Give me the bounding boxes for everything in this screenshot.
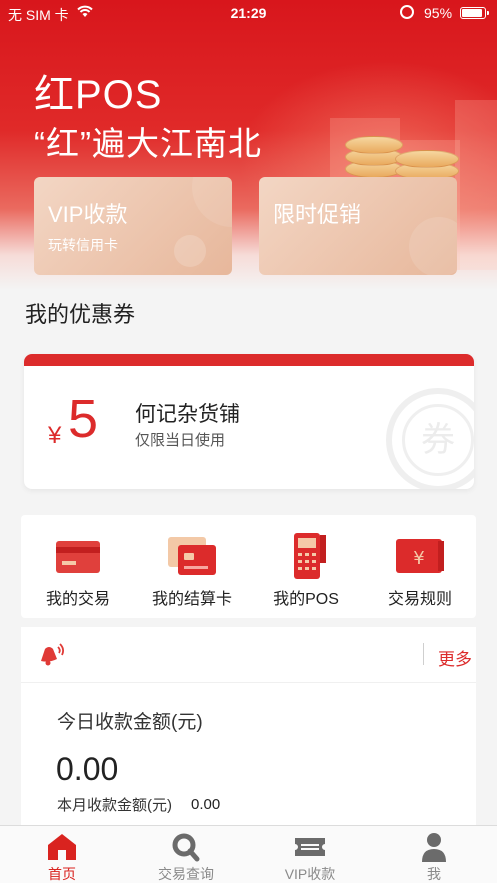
today-revenue-value: 0.00 (56, 751, 119, 787)
notice-bar: 更多 (21, 627, 476, 683)
coupon-shop-name: 何记杂货铺 (135, 403, 240, 426)
tab-bar: 首页 交易查询 VIP收款 我 (0, 825, 497, 883)
svg-text:¥: ¥ (413, 548, 424, 569)
tab-vip-payment[interactable]: VIP收款 (248, 826, 372, 883)
coupon-stamp-icon: 券 (386, 388, 474, 489)
menu-item-my-transactions[interactable]: 我的交易 (21, 515, 135, 618)
tab-label: VIP收款 (284, 866, 336, 882)
tab-label: 首页 (48, 866, 76, 882)
menu-item-trading-rules[interactable]: ¥ 交易规则 (363, 515, 477, 618)
menu-item-my-settlement-card[interactable]: 我的结算卡 (135, 515, 249, 618)
menu-label: 我的结算卡 (151, 591, 232, 608)
brand-slogan: “红”遍大江南北 (34, 125, 262, 162)
coupon-currency: ¥ (48, 422, 62, 449)
menu-label: 我的POS (273, 591, 339, 608)
coupon-note: 仅限当日使用 (135, 432, 226, 449)
divider (423, 643, 424, 665)
tab-transaction-query[interactable]: 交易查询 (124, 826, 248, 883)
promo-vip-title: VIP收款 (48, 202, 128, 227)
search-icon (172, 833, 200, 862)
brand-title: 红POS (34, 73, 163, 117)
clock: 21:29 (230, 5, 267, 21)
settlement-card-icon (168, 537, 216, 575)
promo-sale-title: 限时促销 (273, 202, 362, 227)
ticket-icon (295, 838, 325, 856)
menu-item-my-pos[interactable]: 我的POS (249, 515, 363, 618)
coupon-amount: 5 (68, 389, 99, 449)
today-revenue-label: 今日收款金额(元) (57, 712, 203, 733)
month-revenue-value: 0.00 (191, 796, 221, 813)
tab-home[interactable]: 首页 (0, 826, 124, 883)
yen-card-icon: ¥ (396, 539, 444, 573)
user-icon (422, 833, 446, 862)
tab-me[interactable]: 我 (372, 826, 496, 883)
tab-label: 交易查询 (158, 866, 214, 882)
status-bar: 无 SIM 卡 21:29 95% (0, 0, 497, 26)
month-revenue-label: 本月收款金额(元) (57, 797, 172, 814)
announcement-bell-icon (41, 643, 65, 666)
battery-percent: 95% (424, 5, 453, 21)
coupon-card[interactable]: ¥ 5 何记杂货铺 仅限当日使用 券 (24, 354, 474, 489)
coupon-section-title: 我的优惠券 (25, 302, 136, 327)
battery-icon (460, 7, 489, 19)
menu-label: 交易规则 (387, 591, 452, 608)
promo-vip-subtitle: 玩转信用卡 (48, 237, 118, 253)
home-icon (48, 834, 76, 860)
card-icon (56, 541, 100, 573)
more-link[interactable]: 更多 (438, 645, 472, 670)
menu-label: 我的交易 (45, 591, 110, 608)
quick-menu: 我的交易 我的结算卡 我的POS ¥ 交易规则 (21, 515, 476, 618)
promo-sale-card[interactable]: 限时促销 (259, 177, 457, 275)
promo-vip-card[interactable]: VIP收款 玩转信用卡 (34, 177, 232, 275)
revenue-panel: 更多 今日收款金额(元) 0.00 本月收款金额(元) 0.00 (21, 627, 476, 827)
rotation-lock-icon (400, 5, 414, 19)
tab-label: 我 (427, 866, 441, 882)
pos-terminal-icon (294, 533, 326, 579)
